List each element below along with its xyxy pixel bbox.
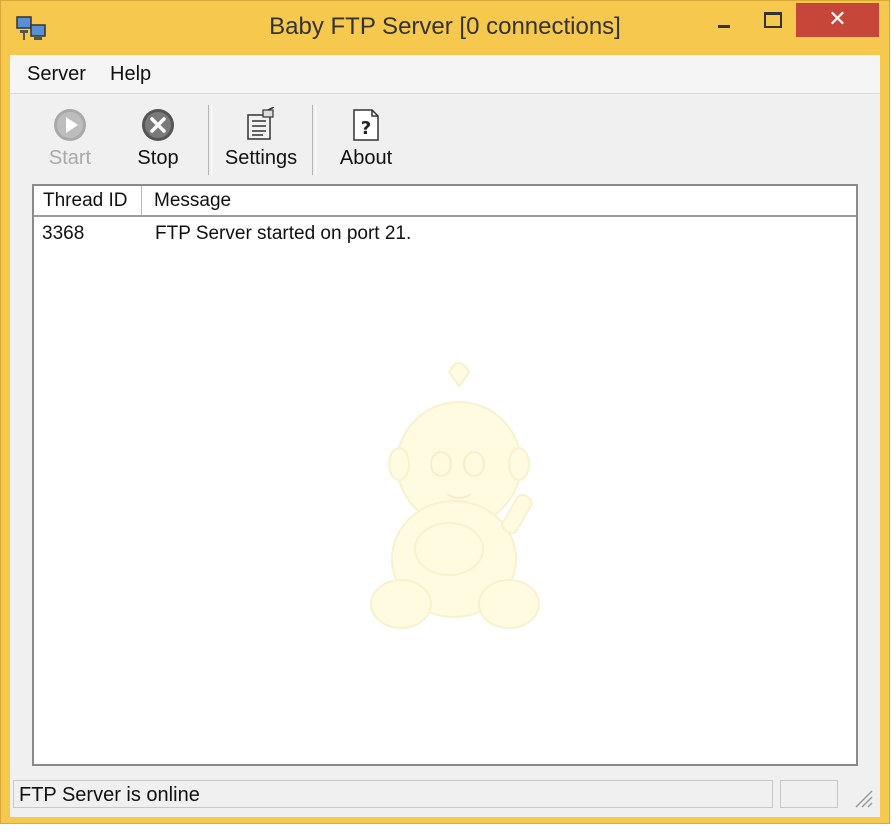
stop-button[interactable]: Stop (130, 101, 186, 181)
toolbar-separator (208, 105, 212, 175)
column-message[interactable]: Message (142, 186, 856, 215)
minimize-icon (718, 25, 730, 28)
maximize-button[interactable] (749, 3, 795, 37)
play-icon (54, 109, 86, 141)
close-icon: ✕ (828, 6, 847, 31)
about-help-icon: ? (353, 109, 379, 141)
start-label: Start (48, 147, 92, 169)
status-text: FTP Server is online (13, 780, 773, 808)
menu-server[interactable]: Server (27, 63, 86, 86)
maximize-icon (764, 12, 782, 28)
column-thread-id[interactable]: Thread ID (34, 186, 142, 215)
settings-label: Settings (224, 147, 298, 169)
baby-watermark-icon (370, 362, 540, 629)
menu-help[interactable]: Help (110, 63, 151, 86)
minimize-button[interactable] (701, 3, 747, 37)
title-bar[interactable]: Baby FTP Server [0 connections] ✕ (1, 1, 889, 55)
app-window: Baby FTP Server [0 connections] ✕ Server… (0, 0, 890, 824)
close-button[interactable]: ✕ (796, 3, 879, 37)
settings-icon (247, 107, 275, 140)
settings-button[interactable]: Settings (220, 101, 302, 181)
menu-bar: Server Help (10, 55, 880, 94)
resize-grip-icon[interactable] (850, 785, 874, 809)
about-label: About (339, 147, 393, 169)
svg-text:?: ? (361, 118, 371, 139)
status-bar: FTP Server is online (10, 777, 880, 811)
start-button[interactable]: Start (44, 101, 96, 181)
message-cell: FTP Server started on port 21. (155, 223, 412, 244)
about-button[interactable]: ? About (332, 101, 400, 181)
log-row[interactable]: 3368 FTP Server started on port 21. (34, 220, 856, 248)
stop-icon (142, 109, 174, 141)
log-header: Thread ID Message (34, 186, 856, 217)
status-panel-empty (780, 780, 838, 808)
stop-label: Stop (137, 147, 179, 169)
client-area: Server Help Start Stop Settings ? About … (10, 55, 880, 817)
thread-id-cell: 3368 (42, 223, 85, 244)
toolbar-separator (312, 105, 316, 175)
toolbar: Start Stop Settings ? About (10, 95, 880, 183)
log-list[interactable]: Thread ID Message 3368 FTP Server starte… (32, 184, 858, 766)
